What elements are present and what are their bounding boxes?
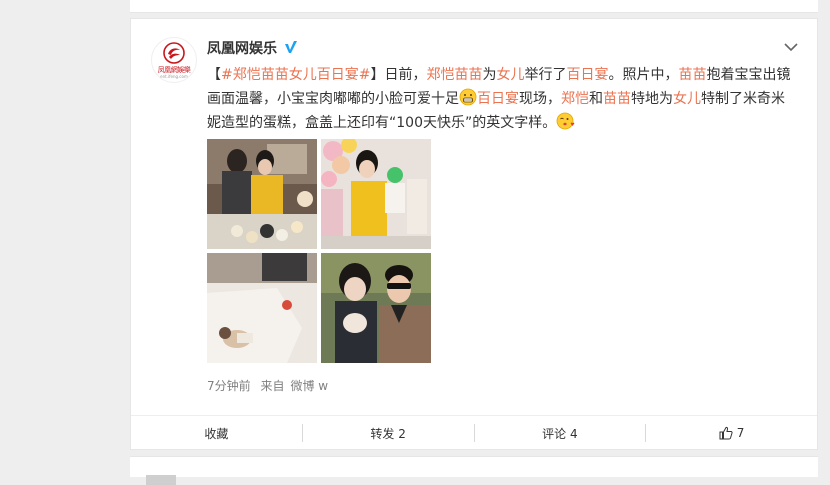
verified-icon bbox=[285, 41, 297, 53]
author-name[interactable]: 凤凰网娱乐 bbox=[207, 38, 277, 58]
keyword-link[interactable]: 百日宴 bbox=[566, 67, 608, 83]
bracket-close: 】 bbox=[370, 67, 385, 83]
keyword-link[interactable]: 苗苗 bbox=[678, 67, 706, 83]
keyword-link[interactable]: 女儿 bbox=[673, 91, 701, 107]
keyword-link[interactable]: 郑恺 bbox=[561, 91, 589, 107]
comment-button[interactable]: 评论 4 bbox=[473, 424, 646, 442]
text-segment: 。照片中， bbox=[608, 67, 679, 83]
next-post-avatar bbox=[146, 475, 176, 485]
next-post-edge bbox=[130, 456, 818, 485]
previous-post-edge bbox=[130, 0, 818, 13]
comment-label: 评论 4 bbox=[542, 426, 578, 441]
favorite-label: 收藏 bbox=[204, 426, 229, 441]
keyword-link[interactable]: 苗苗 bbox=[603, 91, 631, 107]
action-bar: 收藏 转发 2 评论 4 7 bbox=[131, 415, 817, 450]
source-link[interactable]: 微博 w bbox=[290, 379, 328, 393]
text-segment: 特地为 bbox=[631, 91, 673, 107]
weibo-post-card: 凤凰網娛樂 ent.ifeng.com 凤凰网娱乐 【#郑恺苗苗女儿百日宴#】日… bbox=[130, 18, 818, 450]
text-segment: 举行了 bbox=[524, 67, 567, 83]
text-segment: 为 bbox=[482, 67, 497, 83]
text-segment: 和 bbox=[589, 91, 603, 107]
source-prefix: 来自 bbox=[260, 379, 285, 393]
post-photo-1[interactable] bbox=[207, 139, 317, 249]
author-row: 凤凰网娱乐 bbox=[207, 37, 299, 59]
avatar-logo-subtext: ent.ifeng.com bbox=[160, 74, 188, 79]
avatar-logo-text: 凤凰網娛樂 bbox=[157, 66, 191, 74]
post-photo-4[interactable] bbox=[321, 253, 431, 363]
repost-button[interactable]: 转发 2 bbox=[301, 424, 474, 442]
post-content: 【#郑恺苗苗女儿百日宴#】日前，郑恺苗苗为女儿举行了百日宴。照片中，苗苗抱着宝宝… bbox=[207, 63, 797, 135]
chevron-down-icon[interactable] bbox=[783, 41, 799, 53]
favorite-button[interactable]: 收藏 bbox=[131, 424, 302, 442]
post-time[interactable]: 7分钟前 bbox=[207, 379, 251, 393]
keyword-link[interactable]: 郑恺苗苗 bbox=[426, 67, 482, 83]
grin-emoji-icon bbox=[459, 88, 477, 106]
topic-link[interactable]: #郑恺苗苗女儿百日宴# bbox=[221, 67, 370, 83]
text-segment: 现场， bbox=[519, 91, 561, 107]
keyword-link[interactable]: 女儿 bbox=[496, 67, 524, 83]
text-segment: 日前， bbox=[384, 67, 427, 83]
like-button[interactable]: 7 bbox=[645, 424, 817, 442]
kiss-emoji-icon bbox=[556, 112, 575, 130]
post-photo-3[interactable] bbox=[207, 253, 317, 363]
post-photo-2[interactable] bbox=[321, 139, 431, 249]
like-count: 7 bbox=[736, 426, 745, 440]
bracket-open: 【 bbox=[207, 67, 221, 83]
post-meta: 7分钟前 来自 微博 w bbox=[207, 377, 334, 394]
keyword-link[interactable]: 百日宴 bbox=[477, 91, 519, 107]
repost-label: 转发 2 bbox=[370, 426, 406, 441]
phoenix-logo-icon bbox=[163, 42, 185, 64]
thumbs-up-icon bbox=[719, 426, 733, 440]
avatar[interactable]: 凤凰網娛樂 ent.ifeng.com bbox=[151, 37, 197, 83]
